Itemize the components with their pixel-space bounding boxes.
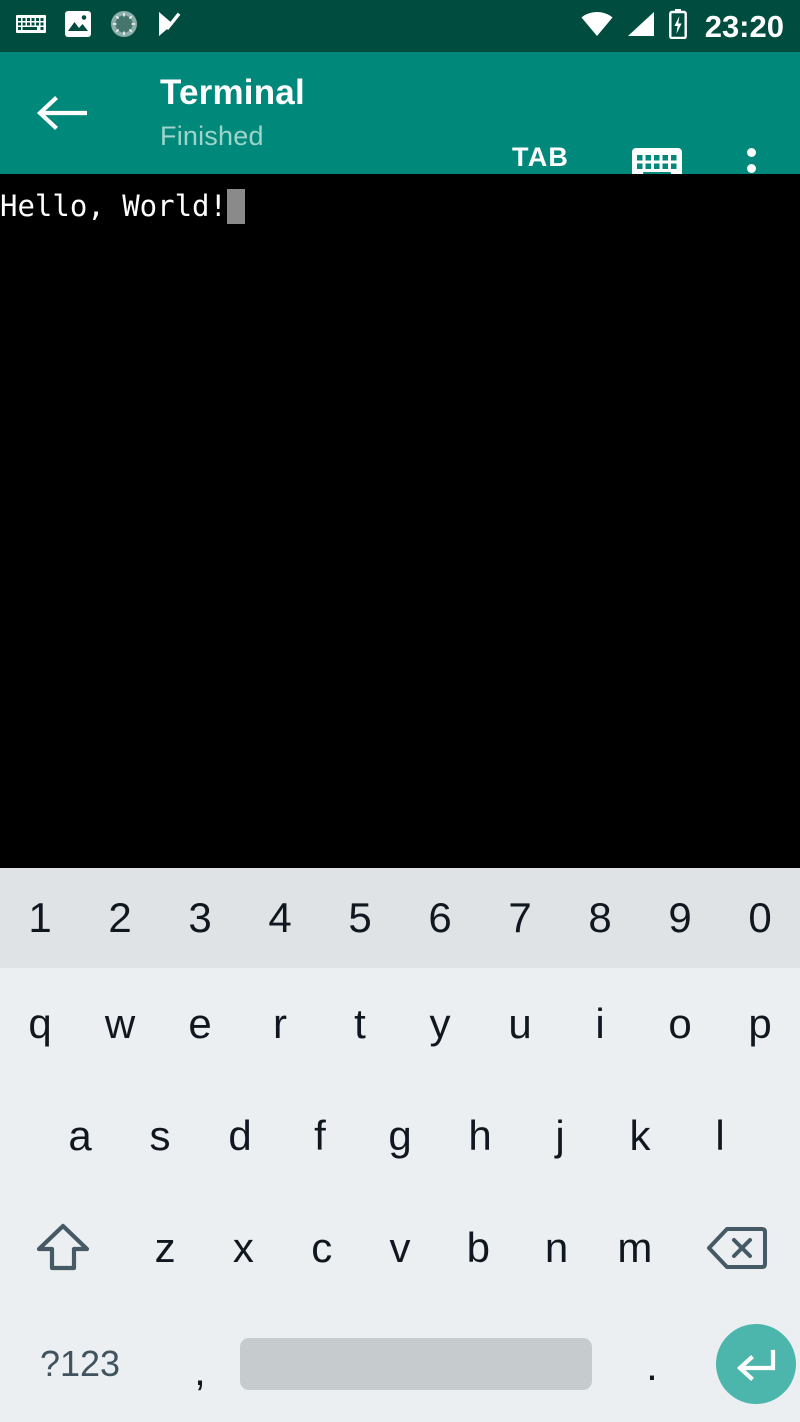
key-s[interactable]: s (120, 1080, 200, 1192)
enter-key-wrapper (712, 1324, 800, 1404)
terminal-line: Hello, World! (0, 186, 245, 226)
task-check-status-icon (156, 10, 182, 43)
period-key[interactable]: . (592, 1338, 712, 1390)
image-status-icon (64, 10, 92, 43)
key-7[interactable]: 7 (480, 868, 560, 968)
key-z[interactable]: z (126, 1192, 204, 1304)
keyboard-row-bottom-letters: z x c v b n m (0, 1192, 800, 1304)
key-h[interactable]: h (440, 1080, 520, 1192)
key-v[interactable]: v (361, 1192, 439, 1304)
key-o[interactable]: o (640, 968, 720, 1080)
key-a[interactable]: a (40, 1080, 120, 1192)
key-r[interactable]: r (240, 968, 320, 1080)
shift-key[interactable] (0, 1192, 126, 1304)
enter-key[interactable] (716, 1324, 796, 1404)
page-title: Terminal (160, 73, 305, 112)
terminal-output-text: Hello, World! (0, 189, 227, 223)
tab-button[interactable]: TAB (512, 142, 569, 173)
key-n[interactable]: n (517, 1192, 595, 1304)
key-j[interactable]: j (520, 1080, 600, 1192)
status-bar-system-icons: 23:20 (581, 8, 784, 44)
key-d[interactable]: d (200, 1080, 280, 1192)
cellular-signal-icon (627, 11, 655, 42)
phone-screen: 23:20 Terminal Finished TAB Hello, World… (0, 0, 800, 1422)
key-q[interactable]: q (0, 968, 80, 1080)
key-f[interactable]: f (280, 1080, 360, 1192)
row-spacer (0, 1080, 40, 1192)
terminal-output-area[interactable]: Hello, World! (0, 174, 800, 868)
row-spacer (760, 1080, 800, 1192)
status-bar: 23:20 (0, 0, 800, 52)
status-bar-clock: 23:20 (704, 8, 784, 44)
key-3[interactable]: 3 (160, 868, 240, 968)
key-m[interactable]: m (596, 1192, 674, 1304)
terminal-cursor (226, 188, 245, 224)
key-6[interactable]: 6 (400, 868, 480, 968)
key-c[interactable]: c (283, 1192, 361, 1304)
overflow-dot (746, 163, 756, 173)
key-b[interactable]: b (439, 1192, 517, 1304)
keyboard-row-home: a s d f g h j k l (0, 1080, 800, 1192)
key-5[interactable]: 5 (320, 868, 400, 968)
symbols-key[interactable]: ?123 (0, 1343, 160, 1385)
key-p[interactable]: p (720, 968, 800, 1080)
backspace-key[interactable] (674, 1192, 800, 1304)
soft-keyboard: 1 2 3 4 5 6 7 8 9 0 q w e r t y u i o p … (0, 868, 800, 1422)
overflow-dot (746, 148, 756, 157)
back-button[interactable] (30, 86, 94, 140)
page-subtitle: Finished (160, 121, 264, 151)
key-x[interactable]: x (204, 1192, 282, 1304)
wifi-icon (581, 11, 613, 42)
key-e[interactable]: e (160, 968, 240, 1080)
space-key[interactable] (240, 1338, 592, 1390)
key-l[interactable]: l (680, 1080, 760, 1192)
key-u[interactable]: u (480, 968, 560, 1080)
key-9[interactable]: 9 (640, 868, 720, 968)
sync-spinner-status-icon (110, 10, 138, 43)
key-0[interactable]: 0 (720, 868, 800, 968)
key-2[interactable]: 2 (80, 868, 160, 968)
key-4[interactable]: 4 (240, 868, 320, 968)
keyboard-row-space: ?123 , . (0, 1304, 800, 1422)
key-y[interactable]: y (400, 968, 480, 1080)
comma-key[interactable]: , (160, 1333, 240, 1395)
key-t[interactable]: t (320, 968, 400, 1080)
battery-charging-icon (668, 8, 687, 44)
key-8[interactable]: 8 (560, 868, 640, 968)
keyboard-status-icon (16, 13, 46, 40)
app-bar: Terminal Finished TAB (0, 52, 800, 188)
app-bar-titles: Terminal Finished (160, 68, 305, 154)
status-bar-notification-icons (16, 10, 182, 43)
key-w[interactable]: w (80, 968, 160, 1080)
keyboard-number-row: 1 2 3 4 5 6 7 8 9 0 (0, 868, 800, 968)
keyboard-row-qwerty: q w e r t y u i o p (0, 968, 800, 1080)
key-1[interactable]: 1 (0, 868, 80, 968)
key-k[interactable]: k (600, 1080, 680, 1192)
key-g[interactable]: g (360, 1080, 440, 1192)
key-i[interactable]: i (560, 968, 640, 1080)
